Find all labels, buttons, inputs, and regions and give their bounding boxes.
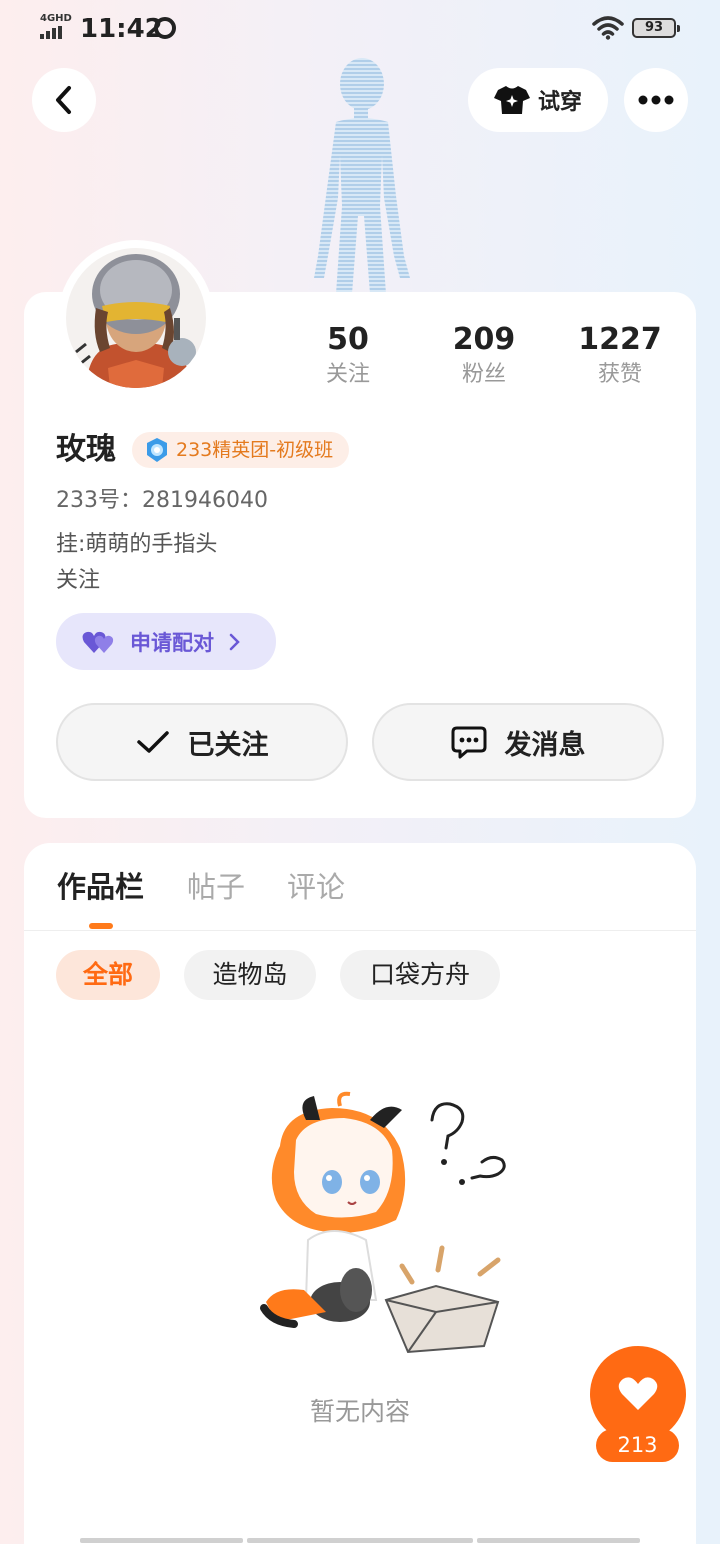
- membership-badge[interactable]: 233精英团-初级班: [132, 432, 350, 468]
- signal-icon: [40, 26, 62, 39]
- more-dots-icon: [638, 95, 674, 105]
- back-button[interactable]: [32, 68, 96, 132]
- bio-line-2: 关注: [56, 568, 101, 593]
- likes-label: 获赞: [597, 362, 642, 387]
- filter-all[interactable]: 全部: [56, 950, 160, 1000]
- chevron-right-icon: [229, 633, 240, 650]
- send-message-button[interactable]: 发消息: [372, 703, 664, 781]
- try-on-label: 试穿: [537, 90, 582, 115]
- following-label: 关注: [325, 362, 370, 387]
- user-id[interactable]: 233号：281946040: [56, 486, 268, 516]
- heart-icon: [618, 1377, 658, 1410]
- following-count: 50: [327, 322, 369, 357]
- tab-posts[interactable]: 帖子: [187, 867, 245, 907]
- active-tab-indicator: [89, 923, 113, 929]
- send-message-label: 发消息: [504, 729, 586, 761]
- chevron-left-icon: [56, 86, 71, 114]
- clock: 11:42: [80, 14, 163, 44]
- elite-badge-icon: [147, 438, 167, 462]
- likes-count: 1227: [578, 322, 662, 357]
- tshirt-icon: [493, 86, 530, 114]
- tab-comments[interactable]: 评论: [287, 867, 345, 907]
- followed-button[interactable]: 已关注: [56, 703, 348, 781]
- like-button[interactable]: [590, 1346, 686, 1442]
- avatar-3d-figure: [296, 56, 424, 296]
- hearts-icon: [82, 631, 114, 653]
- status-bar: 4GHD 11:42 93: [0, 0, 720, 56]
- battery-indicator: 93: [632, 18, 680, 38]
- filter-creation-island[interactable]: 造物岛: [184, 950, 316, 1000]
- username: 玫瑰: [56, 432, 116, 467]
- scroll-indicator: [247, 1538, 473, 1543]
- filter-pocket-ark[interactable]: 口袋方舟: [340, 950, 500, 1000]
- scroll-indicator: [80, 1538, 243, 1543]
- stat-followers[interactable]: 209 粉丝: [424, 320, 544, 390]
- profile-stats: 50 关注 209 粉丝 1227 获赞: [0, 320, 720, 400]
- apply-pair-button[interactable]: 申请配对: [56, 613, 276, 670]
- app-notification-icon: [154, 17, 176, 39]
- more-options-button[interactable]: [624, 68, 688, 132]
- try-on-button[interactable]: 试穿: [468, 68, 608, 132]
- followed-label: 已关注: [187, 729, 269, 761]
- followers-label: 粉丝: [461, 362, 506, 387]
- bio-line-1: 挂:萌萌的手指头: [56, 532, 218, 557]
- wifi-icon: [592, 16, 624, 40]
- empty-state-illustration: [236, 1090, 516, 1360]
- like-count: 213: [596, 1429, 679, 1462]
- tab-works[interactable]: 作品栏: [57, 867, 144, 907]
- apply-pair-label: 申请配对: [130, 630, 214, 655]
- stat-likes[interactable]: 1227 获赞: [560, 320, 680, 390]
- network-type: 4GHD: [40, 13, 72, 24]
- badge-label: 233精英团-初级班: [176, 439, 334, 461]
- chat-bubble-icon: [451, 726, 486, 759]
- scroll-indicator: [477, 1538, 640, 1543]
- checkmark-icon: [136, 731, 169, 753]
- stat-following[interactable]: 50 关注: [288, 320, 408, 390]
- followers-count: 209: [452, 322, 516, 357]
- content-tabs: 作品栏 帖子 评论: [24, 843, 696, 931]
